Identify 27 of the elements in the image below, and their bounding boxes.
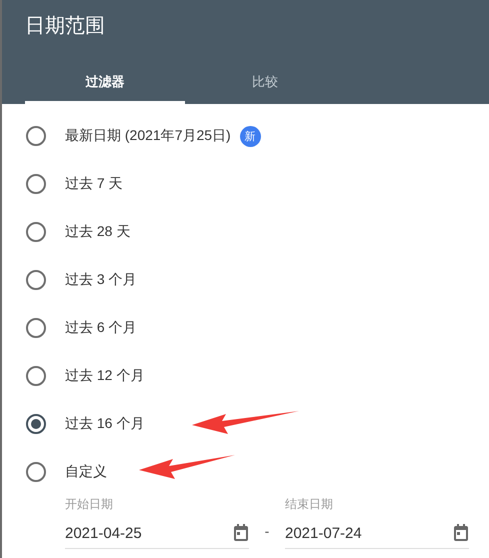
radio-button[interactable]: [26, 270, 46, 290]
option-label[interactable]: 过去 16 个月: [65, 415, 144, 433]
calendar-icon[interactable]: [233, 524, 249, 542]
date-field[interactable]: 2021-04-25: [65, 524, 233, 542]
option-label[interactable]: 自定义: [65, 463, 107, 481]
radio-button[interactable]: [26, 126, 46, 146]
radio-button[interactable]: [26, 414, 46, 434]
new-badge: 新: [240, 126, 261, 146]
field-label: 结束日期: [285, 496, 334, 513]
option-label[interactable]: 过去 12 个月: [65, 367, 144, 385]
tab[interactable]: 过滤器: [25, 62, 185, 104]
option-label[interactable]: 过去 28 天: [65, 223, 130, 241]
option-label[interactable]: 过去 3 个月: [65, 271, 137, 289]
radio-button[interactable]: [26, 222, 46, 242]
radio-button[interactable]: [26, 318, 46, 338]
tab[interactable]: 比较: [185, 62, 345, 104]
calendar-icon[interactable]: [453, 524, 469, 542]
range-separator: -: [264, 523, 270, 541]
date-field[interactable]: 2021-07-24: [285, 524, 453, 542]
field-label: 开始日期: [65, 496, 114, 513]
option-label[interactable]: 最新日期 (2021年7月25日): [65, 127, 231, 145]
radio-button[interactable]: [26, 174, 46, 194]
dialog-title: 日期范围: [25, 14, 106, 39]
option-label[interactable]: 过去 6 个月: [65, 319, 137, 337]
option-label[interactable]: 过去 7 天: [65, 175, 123, 193]
radio-button[interactable]: [26, 366, 46, 386]
radio-button[interactable]: [26, 462, 46, 482]
